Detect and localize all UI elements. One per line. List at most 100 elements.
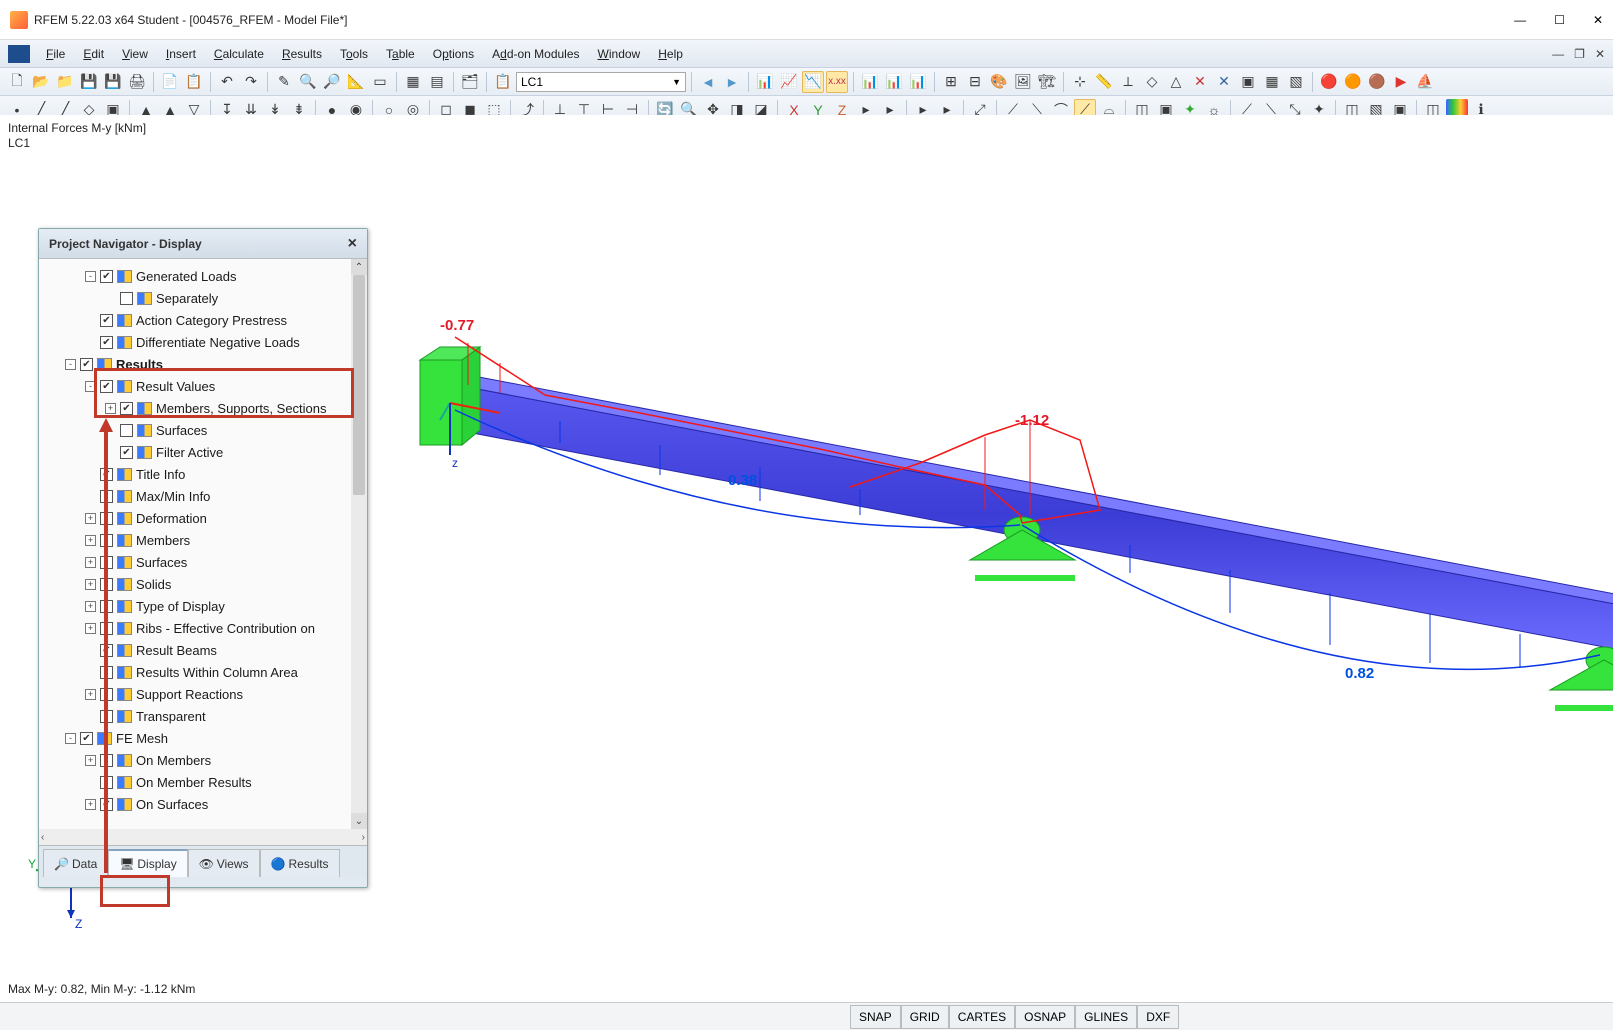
tree-row[interactable]: +On Surfaces: [43, 793, 363, 815]
open-button[interactable]: 📂: [30, 71, 52, 93]
snap2-button[interactable]: △: [1165, 71, 1187, 93]
collapse-icon[interactable]: -: [85, 381, 96, 392]
status-cell-grid[interactable]: GRID: [901, 1005, 949, 1029]
collapse-icon[interactable]: -: [85, 271, 96, 282]
tab-display[interactable]: 🖥Display: [108, 849, 187, 877]
diagram3-button[interactable]: 📊: [907, 71, 929, 93]
render3-button[interactable]: 🏗: [1036, 71, 1058, 93]
menu-results[interactable]: Results: [274, 43, 330, 65]
status-cell-glines[interactable]: GLINES: [1075, 1005, 1137, 1029]
checkbox[interactable]: [100, 644, 113, 657]
checkbox[interactable]: [100, 336, 113, 349]
loadcase-select[interactable]: LC1 ▼: [516, 72, 686, 92]
maximize-button[interactable]: ☐: [1554, 13, 1565, 27]
scroll-up-icon[interactable]: ⌃: [351, 259, 367, 275]
diagram2-button[interactable]: 📊: [883, 71, 905, 93]
render-button[interactable]: 🎨: [988, 71, 1010, 93]
undo-button[interactable]: ↶: [216, 71, 238, 93]
measure-button[interactable]: 📐: [345, 71, 367, 93]
checkbox[interactable]: [120, 424, 133, 437]
checkbox[interactable]: [100, 556, 113, 569]
checkbox[interactable]: [120, 446, 133, 459]
diagram1-button[interactable]: 📊: [859, 71, 881, 93]
tree-row[interactable]: Max/Min Info: [43, 485, 363, 507]
checkbox[interactable]: [100, 490, 113, 503]
mdi-close-icon[interactable]: ✕: [1595, 47, 1605, 61]
tree-row[interactable]: +Solids: [43, 573, 363, 595]
tree-row[interactable]: Transparent: [43, 705, 363, 727]
checkbox[interactable]: [100, 534, 113, 547]
zoom-extent-button[interactable]: 🔎: [321, 71, 343, 93]
checkbox[interactable]: [100, 380, 113, 393]
grid-button[interactable]: ▦: [402, 71, 424, 93]
calc-button[interactable]: 📊: [754, 71, 776, 93]
checkbox[interactable]: [120, 402, 133, 415]
checkbox[interactable]: [100, 314, 113, 327]
tree-row[interactable]: +Type of Display: [43, 595, 363, 617]
menu-addon[interactable]: Add-on Modules: [484, 43, 587, 65]
render2-button[interactable]: 🖼: [1012, 71, 1034, 93]
checkbox[interactable]: [80, 358, 93, 371]
steel-button[interactable]: 🔴: [1318, 71, 1340, 93]
checkbox[interactable]: [100, 512, 113, 525]
mesh2-button[interactable]: ⊟: [964, 71, 986, 93]
tab-results[interactable]: 🔵Results: [260, 849, 340, 877]
timber-button[interactable]: 🟤: [1366, 71, 1388, 93]
status-cell-snap[interactable]: SNAP: [850, 1005, 901, 1029]
expand-icon[interactable]: +: [85, 755, 96, 766]
menu-view[interactable]: View: [114, 43, 156, 65]
edit-button[interactable]: ✎: [273, 71, 295, 93]
redo-button[interactable]: ↷: [240, 71, 262, 93]
fire-button[interactable]: ▶: [1390, 71, 1412, 93]
checkbox[interactable]: [100, 666, 113, 679]
collapse-icon[interactable]: -: [65, 733, 76, 744]
tree-row[interactable]: +Deformation: [43, 507, 363, 529]
lc-button[interactable]: 📋: [492, 71, 514, 93]
menu-options[interactable]: Options: [425, 43, 482, 65]
concrete-button[interactable]: 🟠: [1342, 71, 1364, 93]
menu-calculate[interactable]: Calculate: [206, 43, 272, 65]
tree-row[interactable]: Surfaces: [43, 419, 363, 441]
mdi-restore-icon[interactable]: ❐: [1574, 47, 1585, 61]
tree-row[interactable]: +Surfaces: [43, 551, 363, 573]
find-button[interactable]: 🔍: [297, 71, 319, 93]
tree-row[interactable]: Differentiate Negative Loads: [43, 331, 363, 353]
expand-icon[interactable]: +: [85, 799, 96, 810]
show-results-button[interactable]: 📉: [802, 71, 824, 93]
dim-button[interactable]: 📏: [1093, 71, 1115, 93]
cross2-button[interactable]: ✕: [1213, 71, 1235, 93]
hscroll-left-icon[interactable]: ‹: [41, 832, 44, 843]
tree-row[interactable]: -Results: [43, 353, 363, 375]
grid2-button[interactable]: ▤: [426, 71, 448, 93]
menu-table[interactable]: Table: [378, 43, 423, 65]
wind-button[interactable]: ⛵: [1414, 71, 1436, 93]
print-button[interactable]: 🖨: [126, 71, 148, 93]
status-cell-dxf[interactable]: DXF: [1137, 1005, 1179, 1029]
tree-row[interactable]: Filter Active: [43, 441, 363, 463]
tree-row[interactable]: Title Info: [43, 463, 363, 485]
mesh-button[interactable]: ⊞: [940, 71, 962, 93]
checkbox[interactable]: [100, 754, 113, 767]
menu-tools[interactable]: Tools: [332, 43, 376, 65]
tree-row[interactable]: -FE Mesh: [43, 727, 363, 749]
checkbox[interactable]: [100, 270, 113, 283]
tree-row[interactable]: +Members, Supports, Sections: [43, 397, 363, 419]
checkbox[interactable]: [100, 776, 113, 789]
tree-row[interactable]: +Members: [43, 529, 363, 551]
menu-file[interactable]: File: [38, 43, 73, 65]
menu-insert[interactable]: Insert: [158, 43, 204, 65]
scroll-thumb[interactable]: [353, 275, 365, 495]
expand-icon[interactable]: +: [85, 557, 96, 568]
open2-button[interactable]: 📁: [54, 71, 76, 93]
checkbox[interactable]: [100, 600, 113, 613]
next-lc-button[interactable]: ►: [721, 71, 743, 93]
tree-row[interactable]: Results Within Column Area: [43, 661, 363, 683]
prev-lc-button[interactable]: ◄: [697, 71, 719, 93]
tree-row[interactable]: Separately: [43, 287, 363, 309]
collapse-icon[interactable]: -: [65, 359, 76, 370]
checkbox[interactable]: [100, 710, 113, 723]
expand-icon[interactable]: +: [85, 601, 96, 612]
hscroll-right-icon[interactable]: ›: [362, 832, 365, 843]
axis-button[interactable]: ⊹: [1069, 71, 1091, 93]
checkbox[interactable]: [100, 578, 113, 591]
